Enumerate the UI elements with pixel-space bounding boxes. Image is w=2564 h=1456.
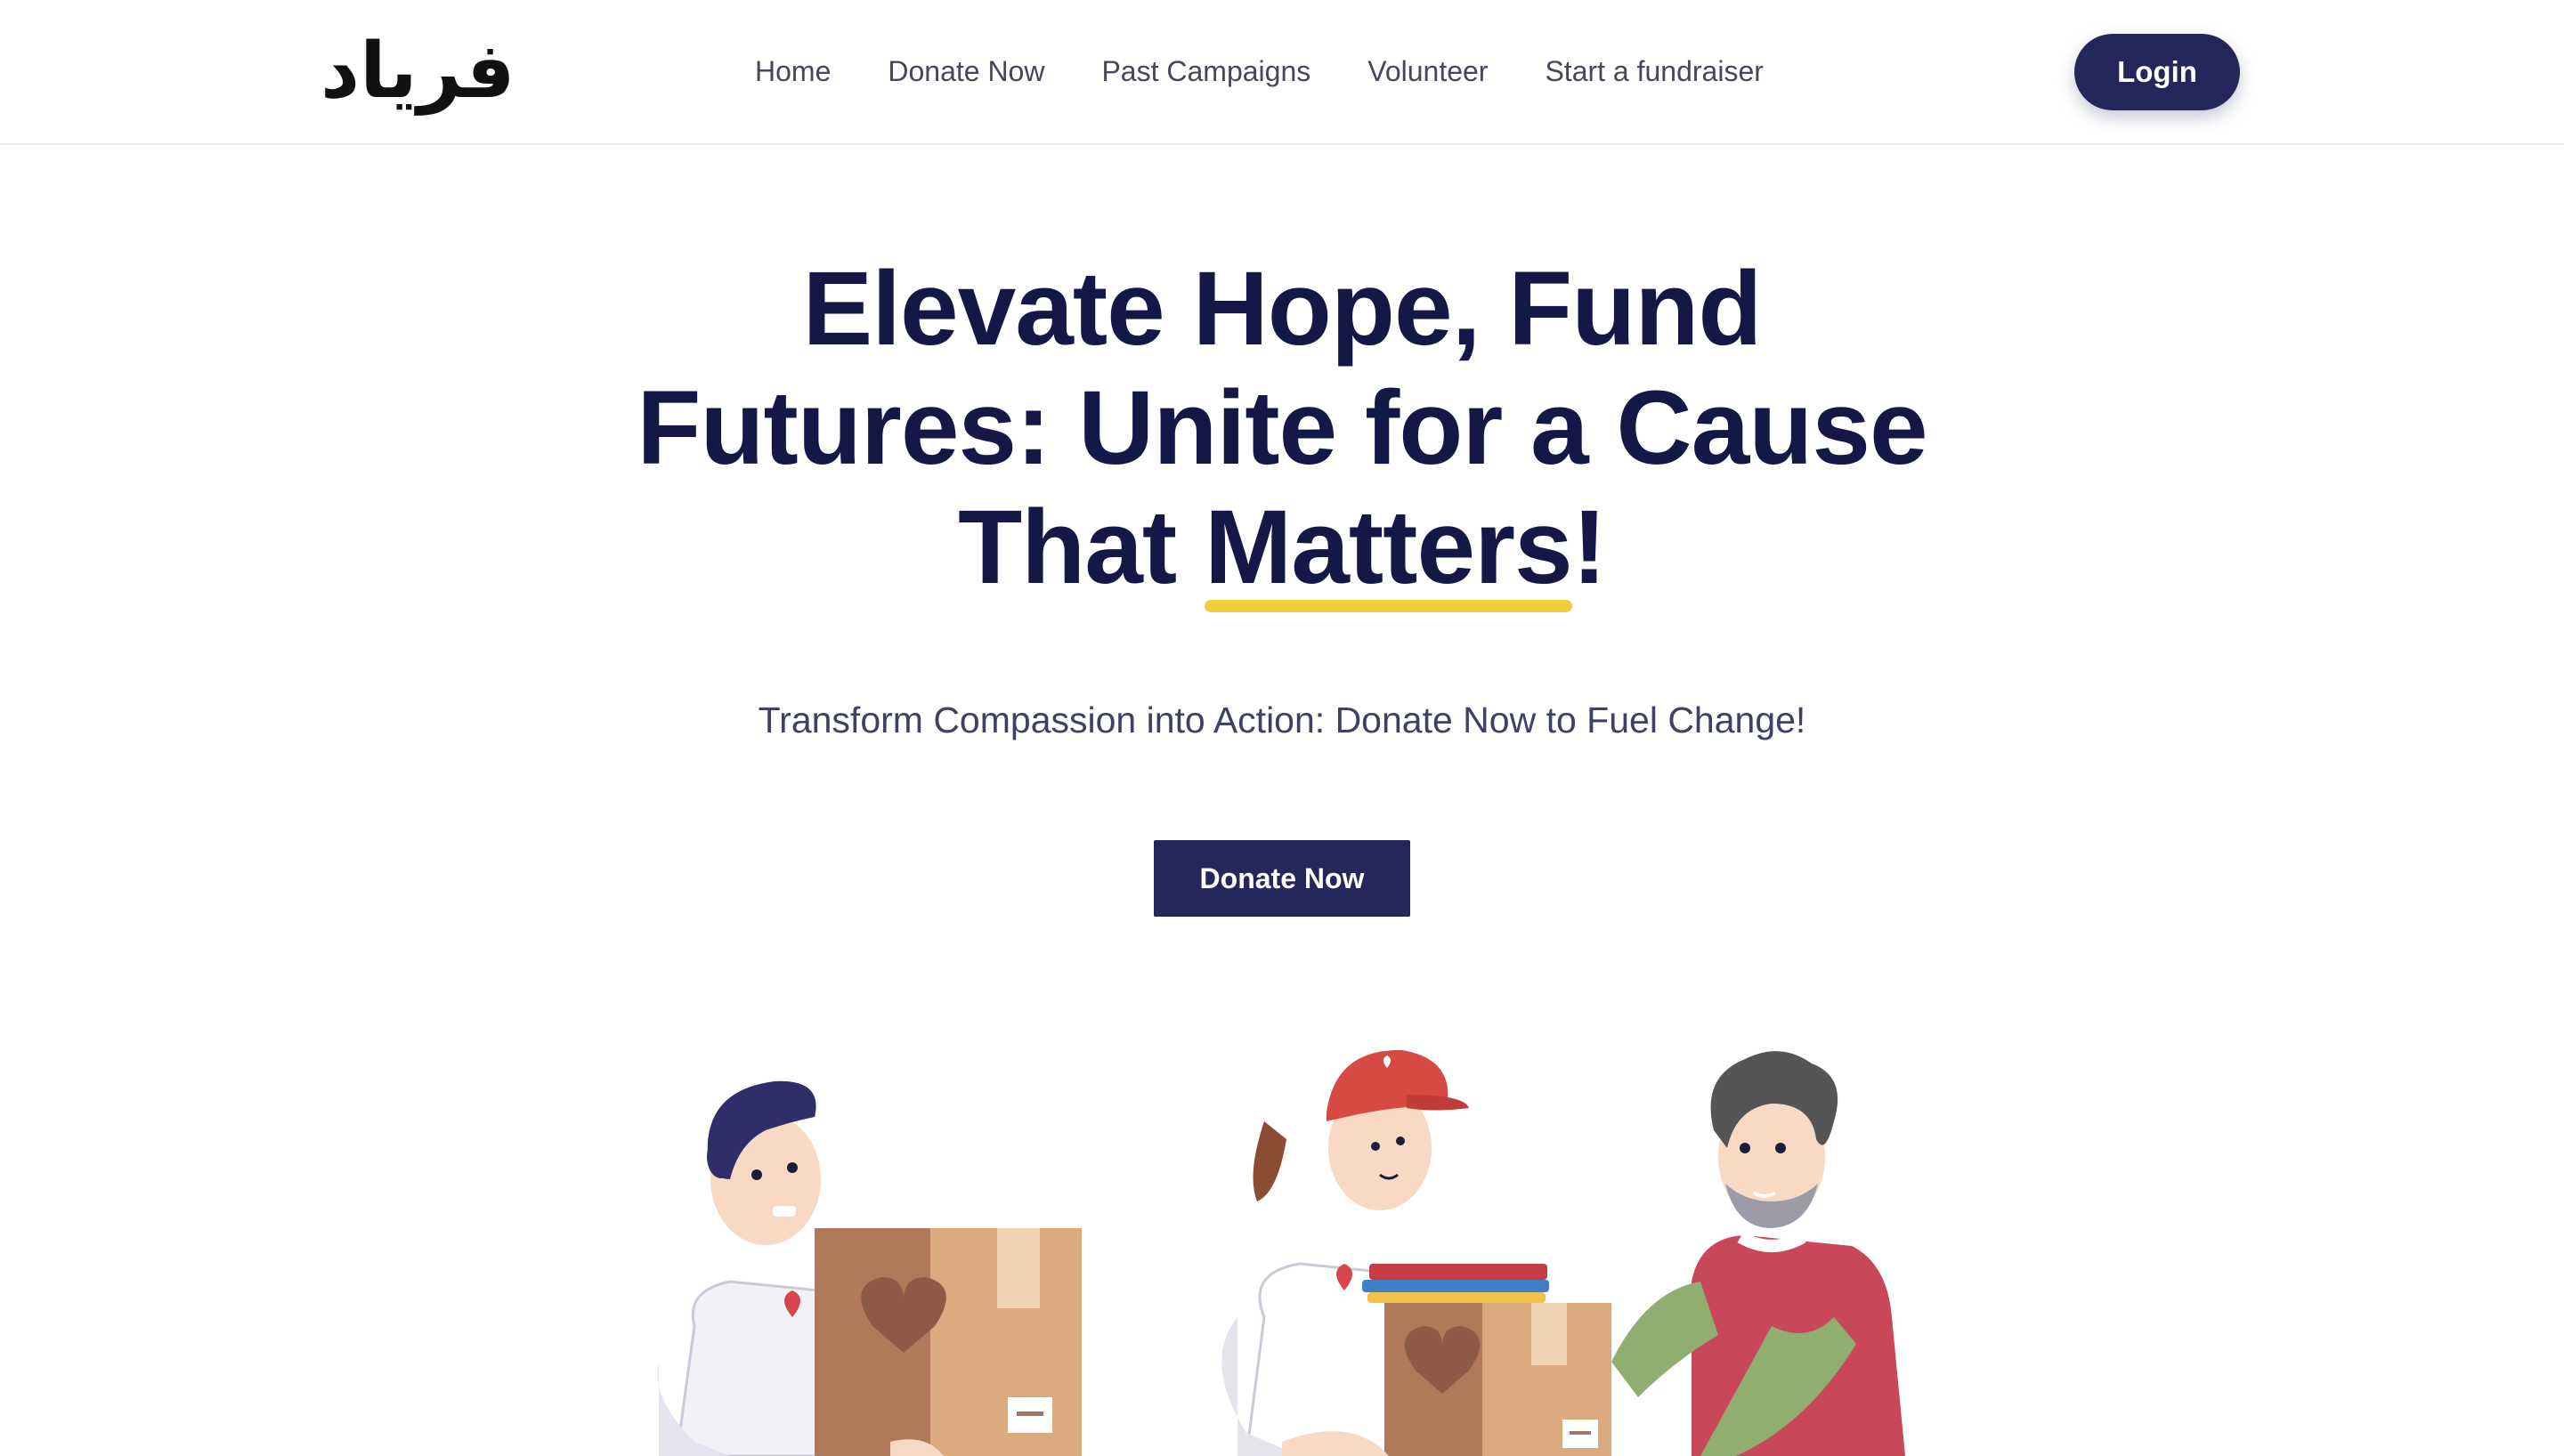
volunteer-with-cap-figure bbox=[1221, 1049, 1611, 1456]
hero-title-line-2: Futures: Unite for a Cause bbox=[637, 369, 1927, 487]
hero-title-line-3-suffix: ! bbox=[1571, 489, 1607, 606]
donation-illustration bbox=[657, 1049, 1905, 1456]
top-navbar: فرياد Home Donate Now Past Campaigns Vol… bbox=[0, 0, 2564, 145]
donate-now-button[interactable]: Donate Now bbox=[1154, 840, 1410, 917]
hero-title-line-3: That Matters! bbox=[0, 488, 2564, 612]
hero-title: Elevate Hope, Fund Futures: Unite for a … bbox=[0, 249, 2564, 612]
bearded-man-receiving-figure bbox=[1611, 1051, 1905, 1456]
nav-link-volunteer[interactable]: Volunteer bbox=[1367, 55, 1488, 88]
hero-title-line-1: Elevate Hope, Fund bbox=[802, 250, 1763, 368]
nav-link-donate-now[interactable]: Donate Now bbox=[888, 55, 1044, 88]
nav-link-past-campaigns[interactable]: Past Campaigns bbox=[1101, 55, 1310, 88]
nav-links: Home Donate Now Past Campaigns Volunteer… bbox=[755, 50, 1764, 93]
hero-subtitle: Transform Compassion into Action: Donate… bbox=[758, 700, 1806, 740]
nav-link-start-fundraiser[interactable]: Start a fundraiser bbox=[1545, 55, 1763, 88]
brand-logo[interactable]: فرياد bbox=[320, 18, 515, 125]
hero-title-line-3-prefix: That bbox=[958, 489, 1205, 606]
nav-link-home[interactable]: Home bbox=[755, 55, 831, 88]
volunteer-carrying-box-figure bbox=[657, 1080, 1082, 1456]
hero-title-highlight-word: Matters bbox=[1204, 489, 1573, 612]
login-button[interactable]: Login bbox=[2074, 34, 2240, 110]
